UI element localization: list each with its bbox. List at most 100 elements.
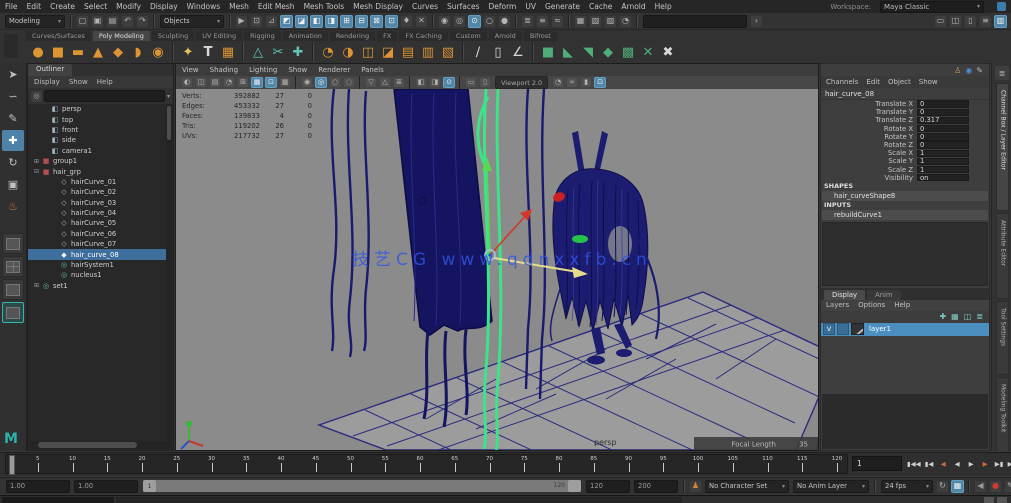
menu-edit[interactable]: Edit	[27, 2, 42, 11]
shelf-tool-icon[interactable]: ∠	[508, 42, 528, 62]
mask-handles-button[interactable]: ◩	[280, 15, 293, 28]
render-settings-button[interactable]: ◔	[619, 15, 632, 28]
new-empty-layer-button[interactable]: ✚	[939, 312, 946, 321]
menu-windows[interactable]: Windows	[187, 2, 220, 11]
shelf-tab-bifrost[interactable]: Bifrost	[524, 31, 557, 41]
attribute-value-field[interactable]: 0	[917, 109, 969, 116]
scale-tool[interactable]: ▣	[2, 174, 24, 195]
viewport-menu-shading[interactable]: Shading	[210, 66, 238, 74]
shelf-tab-poly-modeling[interactable]: Poly Modeling	[93, 31, 150, 41]
menu-arnold[interactable]: Arnold	[621, 2, 645, 11]
shape-node-bar[interactable]: hair_curveShape8	[822, 191, 988, 201]
viewport-toolbar-icon[interactable]: ▯	[479, 77, 491, 88]
outliner-search-input[interactable]	[44, 90, 165, 102]
select-by-object-button[interactable]: ⊡	[250, 15, 263, 28]
animation-end-field[interactable]: 200	[634, 480, 678, 493]
layer-color-swatch[interactable]	[851, 323, 864, 335]
time-slider-track[interactable]: 5101520253035404550556065707580859095100…	[5, 454, 848, 474]
side-tab-modeling-toolkit[interactable]: Modeling Toolkit	[996, 377, 1009, 461]
menu-mesh-tools[interactable]: Mesh Tools	[304, 2, 345, 11]
step-forward-key-button[interactable]: ▶	[979, 456, 992, 471]
shelf-tab-animation[interactable]: Animation	[283, 31, 328, 41]
shelf-tool-icon[interactable]: ▥	[418, 42, 438, 62]
viewport-toolbar-icon[interactable]: ◌	[343, 77, 355, 88]
sidebar-menu-icon[interactable]: ≣	[995, 66, 1009, 80]
menu-deform[interactable]: Deform	[488, 2, 516, 11]
side-tab-channel-box-layer-editor[interactable]: Channel Box / Layer Editor	[996, 83, 1009, 211]
shelf-tab-uv-editing[interactable]: UV Editing	[196, 31, 242, 41]
loop-mode-toggle[interactable]: ↻	[936, 480, 949, 493]
layer-menu-layers[interactable]: Layers	[826, 301, 849, 309]
mask-curves-button[interactable]: ◧	[310, 15, 323, 28]
shelf-tool-icon[interactable]: ◆	[108, 42, 128, 62]
audio-mute-button[interactable]: ◀	[974, 480, 987, 493]
character-set-selector[interactable]: No Character Set▾	[705, 480, 789, 493]
outliner-item-haircurve-03[interactable]: ◇hairCurve_03	[28, 198, 166, 208]
shelf-tool-icon[interactable]: △	[248, 42, 268, 62]
shelf-tool-icon[interactable]: ●	[28, 42, 48, 62]
outliner-item-group1[interactable]: ⊞■group1	[28, 156, 166, 166]
shelf-tool-icon[interactable]: ▲	[88, 42, 108, 62]
four-pane-layout[interactable]	[2, 256, 24, 277]
menu-select[interactable]: Select	[84, 2, 107, 11]
hypershade-persp-layout[interactable]	[2, 302, 24, 323]
shelf-tool-icon[interactable]: ∕	[468, 42, 488, 62]
outliner-menu-help[interactable]: Help	[97, 78, 113, 86]
outliner-horizontal-scrollbar[interactable]	[30, 441, 171, 449]
outliner-item-haircurve-01[interactable]: ◇hairCurve_01	[28, 177, 166, 187]
range-end-handle[interactable]	[568, 480, 581, 492]
outliner-vertical-scrollbar[interactable]	[166, 104, 172, 440]
viewport-toolbar-icon[interactable]: ◔	[552, 77, 564, 88]
viewport-toolbar-icon[interactable]: ▽	[365, 77, 377, 88]
expand-toggle-icon[interactable]: ⊞	[32, 282, 41, 289]
mask-joints-button[interactable]: ◪	[295, 15, 308, 28]
shelf-tool-icon[interactable]: ▦	[218, 42, 238, 62]
menu-uv[interactable]: UV	[525, 2, 536, 11]
playback-start-field[interactable]: 1.00	[74, 480, 138, 493]
viewport-menu-panels[interactable]: Panels	[361, 66, 384, 74]
shelf-tab-curves-surfaces[interactable]: Curves/Surfaces	[26, 31, 91, 41]
viewport-toolbar-icon[interactable]: ◧	[415, 77, 427, 88]
layer-playback-toggle[interactable]	[837, 323, 849, 335]
side-tab-attribute-editor[interactable]: Attribute Editor	[996, 213, 1009, 299]
input-node-bar[interactable]: rebuildCurve1	[822, 210, 988, 220]
outliner-item-haircurve-02[interactable]: ◇hairCurve_02	[28, 187, 166, 197]
outliner-menu-show[interactable]: Show	[69, 78, 88, 86]
select-tool[interactable]: ➤	[2, 64, 24, 85]
attribute-value-field[interactable]: 0	[917, 141, 969, 148]
mask-surfaces-button[interactable]: ◨	[325, 15, 338, 28]
shelf-tool-icon[interactable]: ▬	[68, 42, 88, 62]
shelf-tool-icon[interactable]: ◪	[378, 42, 398, 62]
command-input[interactable]	[116, 497, 682, 503]
attribute-value-field[interactable]: 0	[917, 125, 969, 132]
select-by-name-input[interactable]	[643, 15, 747, 28]
step-back-frame-button[interactable]: ▮◀	[923, 456, 936, 471]
render-current-frame-button[interactable]: ▧	[589, 15, 602, 28]
mask-dynamics-button[interactable]: ⊟	[355, 15, 368, 28]
current-time-field[interactable]: 1	[852, 456, 902, 471]
rotate-tool[interactable]: ↻	[2, 152, 24, 173]
menu-display[interactable]: Display	[150, 2, 178, 11]
viewport-menu-view[interactable]: View	[182, 66, 199, 74]
layer-sort-button[interactable]: ≣	[976, 312, 983, 321]
shelf-tool-icon[interactable]: ✂	[268, 42, 288, 62]
viewport-toolbar-icon[interactable]: ∞	[566, 77, 578, 88]
play-forwards-button[interactable]: ▶	[965, 456, 978, 471]
outliner-item-persp[interactable]: ◧persp	[28, 104, 166, 114]
viewport-menu-renderer[interactable]: Renderer	[318, 66, 350, 74]
command-line-button[interactable]	[997, 497, 1007, 503]
shelf-tool-icon[interactable]: ◆	[598, 42, 618, 62]
viewport-toolbar-icon[interactable]: ▭	[465, 77, 477, 88]
shelf-tab-rigging[interactable]: Rigging	[244, 31, 281, 41]
shelf-tool-icon[interactable]: ◑	[338, 42, 358, 62]
mask-rendering-button[interactable]: ⊠	[370, 15, 383, 28]
viewport-toolbar-icon[interactable]: ○	[329, 77, 341, 88]
shelf-tool-icon[interactable]: ✖	[658, 42, 678, 62]
workspace-selector[interactable]: Maya Classic ▾	[880, 1, 984, 13]
new-scene-button[interactable]: ▢	[76, 15, 89, 28]
range-start-handle[interactable]: 1	[143, 480, 156, 492]
shelf-tab-sculpting[interactable]: Sculpting	[152, 31, 194, 41]
select-by-component-button[interactable]: ⊿	[265, 15, 278, 28]
channel-box-object-name[interactable]: hair_curve_08	[821, 88, 989, 100]
shelf-tool-icon[interactable]: ▧	[438, 42, 458, 62]
